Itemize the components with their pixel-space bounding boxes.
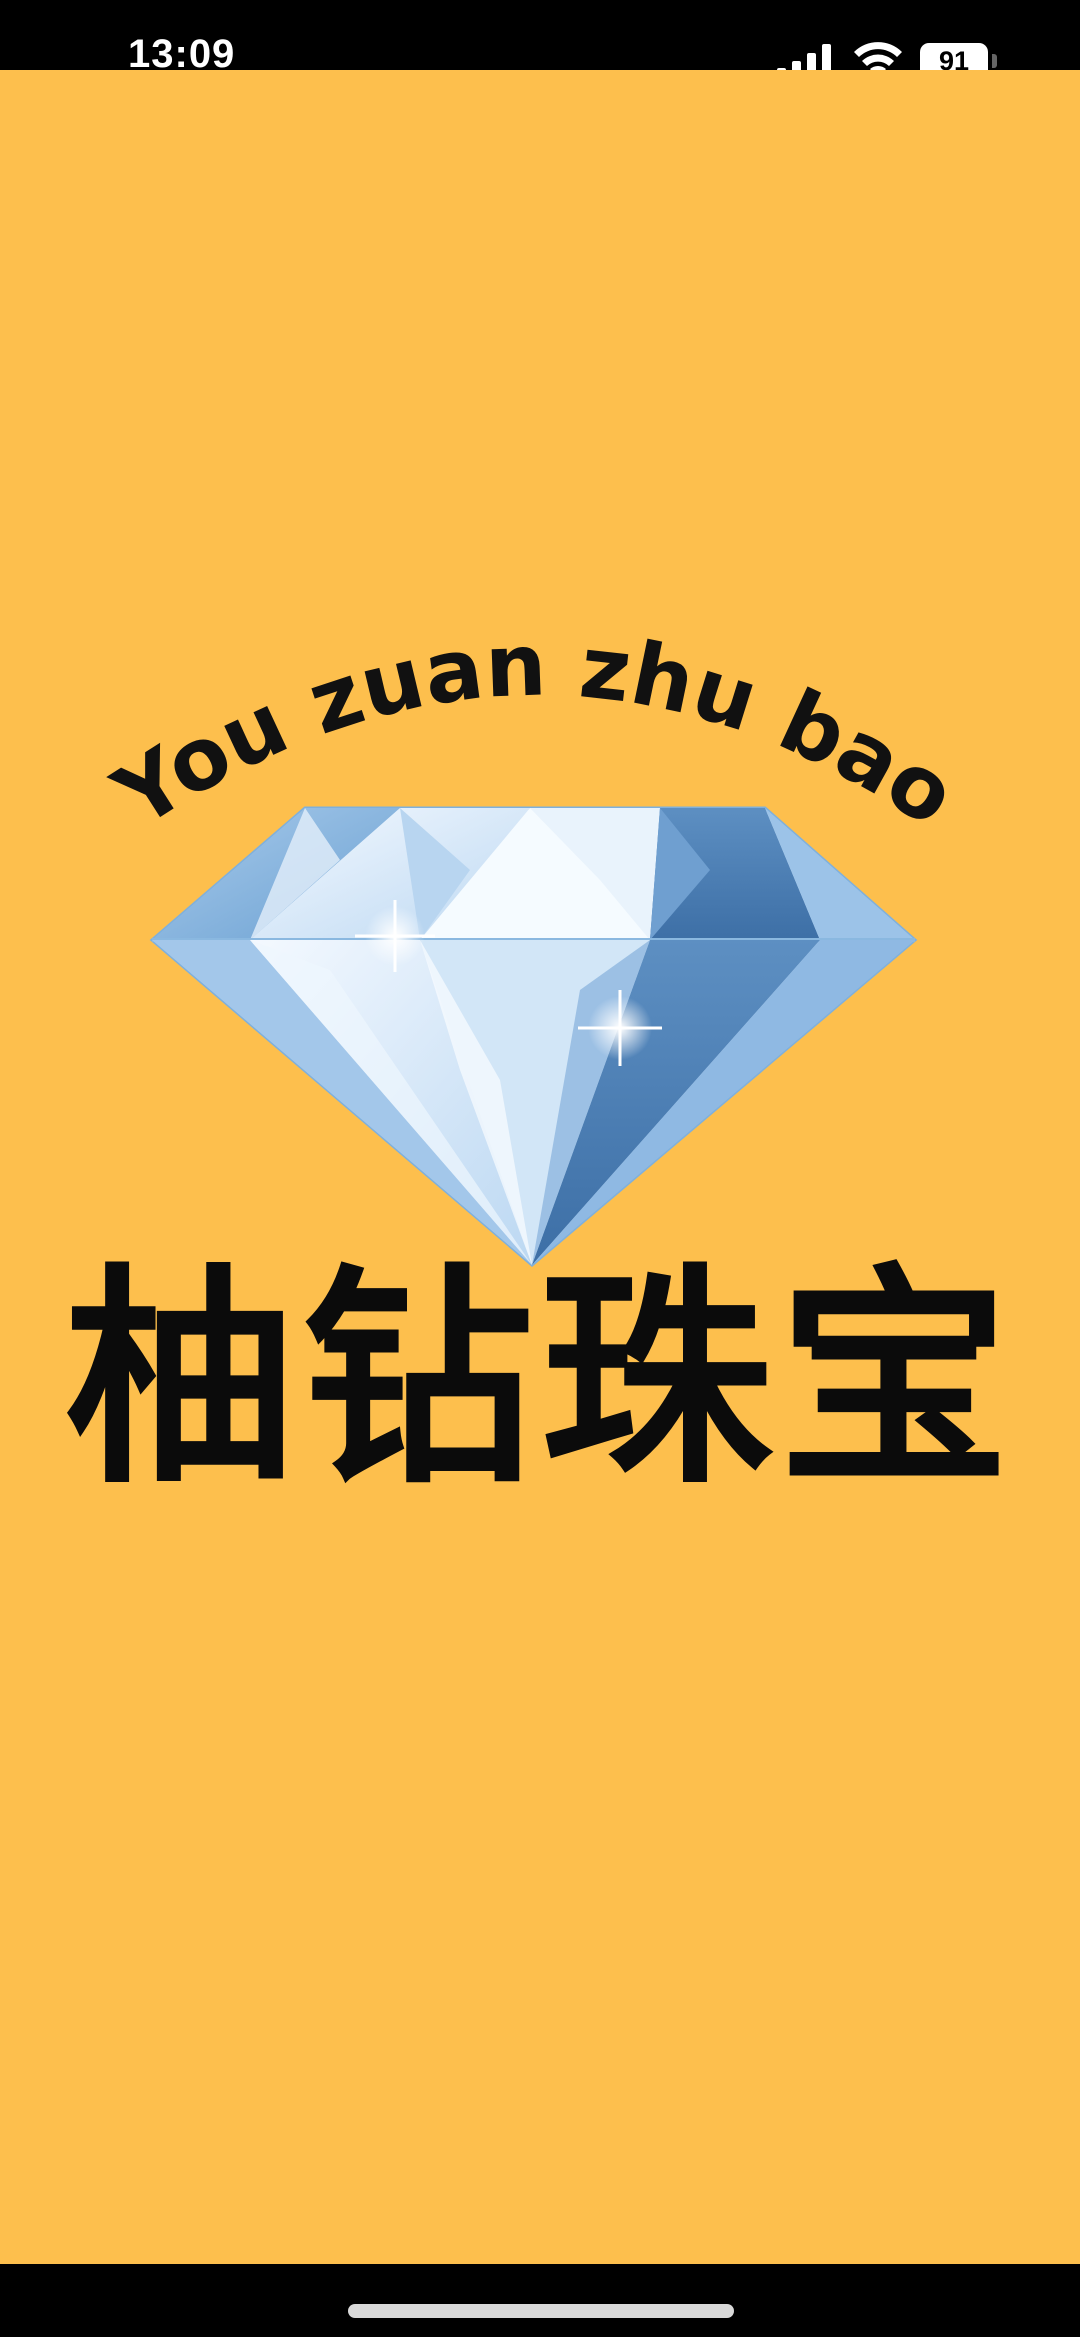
diamond-icon: [149, 806, 918, 1267]
home-indicator[interactable]: [348, 2304, 734, 2318]
home-area: [0, 2264, 1080, 2337]
brand-poster: You zuan zhu bao 柚钻珠宝: [0, 70, 1080, 2264]
poster-graphic: You zuan zhu bao: [97, 615, 973, 1267]
phone-screen: 13:09 91 You zuan zhu bao 柚钻珠宝: [0, 0, 1080, 2337]
brand-name-cn: 柚钻珠宝: [63, 1245, 1016, 1515]
status-bar: 13:09 91: [0, 0, 1080, 80]
battery-tip: [992, 54, 997, 68]
